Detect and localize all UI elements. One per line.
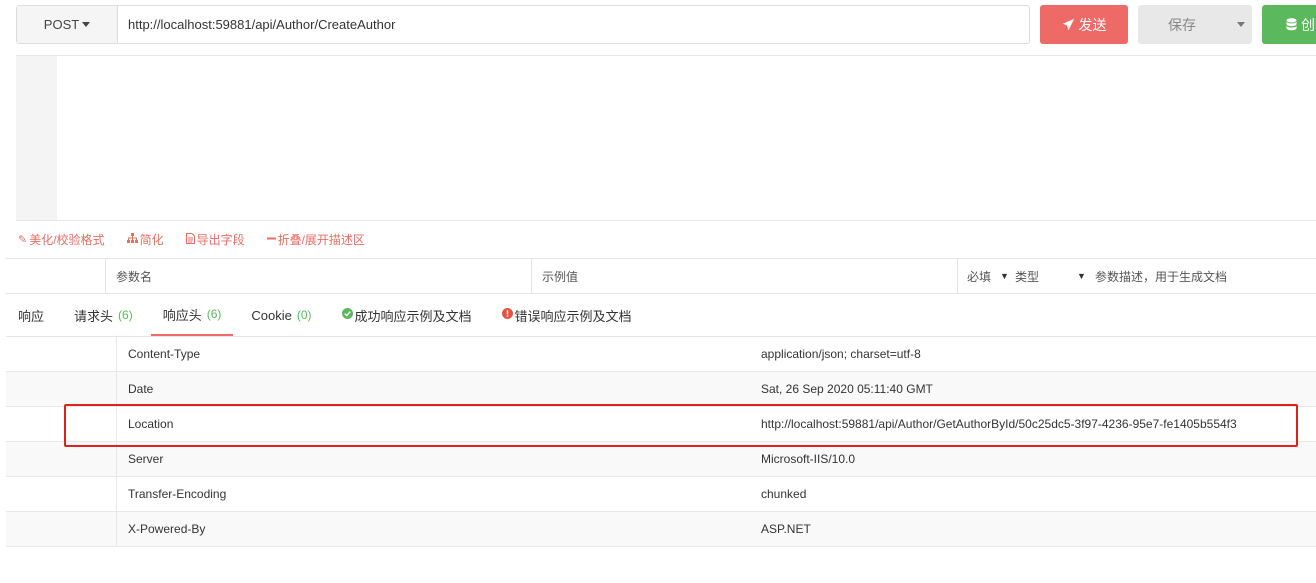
param-required-label: 必填 [967,269,992,284]
header-value: ASP.NET [761,522,811,536]
request-bar: POST [16,5,1030,44]
table-row: Content-Type application/json; charset=u… [6,337,1316,372]
header-value: chunked [761,487,807,501]
param-type-select[interactable]: 类型 ▼ [1015,259,1095,293]
param-description-header: 参数描述，用于生成文档 [1095,269,1228,284]
params-header: 参数名 示例值 必填 ▼ 类型 ▼ 参数描述，用于生成文档 [6,258,1316,294]
simplify-label: 简化 [139,233,164,247]
tab-cookie[interactable]: Cookie (0) [239,294,323,336]
param-type-label: 类型 [1015,269,1040,284]
tab-request-headers[interactable]: 请求头 (6) [62,294,145,336]
create-label: 创 [1301,16,1315,33]
row-gutter [6,442,117,476]
tab-error-example[interactable]: 错误响应示例及文档 [490,294,644,336]
tab-response-headers[interactable]: 响应头 (6) [150,294,234,336]
param-name-header: 参数名 [105,259,531,293]
export-fields-label: 导出字段 [196,233,245,247]
beautify-label: 美化/校验格式 [29,233,105,247]
chevron-down-icon [1236,22,1245,27]
header-value: http://localhost:59881/api/Author/GetAut… [761,417,1237,431]
table-row: Server Microsoft-IIS/10.0 [6,442,1316,477]
tab-count: (6) [118,308,133,322]
row-gutter [6,512,117,546]
send-button[interactable]: 发送 [1040,5,1128,44]
tab-label: 响应 [18,308,45,324]
url-input[interactable] [118,6,1029,43]
param-example-header: 示例值 [531,259,957,293]
save-label: 保存 [1168,16,1196,33]
table-row: X-Powered-By ASP.NET [6,512,1316,547]
row-gutter [6,337,117,371]
header-value: application/json; charset=utf-8 [761,347,921,361]
header-key: Date [128,382,154,396]
header-key: Server [128,452,164,466]
row-gutter [6,372,117,406]
editor-gutter [16,56,57,220]
tab-label: 错误响应示例及文档 [514,308,632,324]
minus-icon [266,234,276,246]
param-required-select[interactable]: 必填 ▼ [957,259,1015,293]
table-row: Transfer-Encoding chunked [6,477,1316,512]
header-value: Microsoft-IIS/10.0 [761,452,856,466]
caret-down-icon: ▼ [1000,271,1009,281]
save-dropdown[interactable] [1226,22,1252,27]
header-value: Sat, 26 Sep 2020 05:11:40 GMT [761,382,933,396]
row-gutter [6,407,117,441]
response-headers-table: Content-Type application/json; charset=u… [6,337,1316,547]
table-row: Date Sat, 26 Sep 2020 05:11:40 GMT [6,372,1316,407]
editor-toolbar: ✎ 美化/校验格式 简化 导出字段 折叠/展开描述区 [16,221,1316,258]
tab-label: 成功响应示例及文档 [354,308,472,324]
method-label: POST [43,17,80,32]
send-icon [1062,18,1074,31]
row-gutter [6,477,117,511]
fold-button[interactable]: 折叠/展开描述区 [266,231,365,248]
tab-label: 请求头 [74,308,114,324]
table-row: Location http://localhost:59881/api/Auth… [6,407,1316,442]
send-label: 发送 [1078,16,1107,33]
tab-response[interactable]: 响应 [6,294,56,336]
create-button[interactable]: 创 [1262,5,1316,44]
tab-count: (6) [206,307,222,321]
simplify-button[interactable]: 简化 [126,231,164,248]
tab-label: 响应头 [162,307,202,323]
beautify-button[interactable]: ✎ 美化/校验格式 [18,231,105,248]
fold-label: 折叠/展开描述区 [277,233,365,247]
database-icon [1286,18,1297,31]
header-key: Location [128,417,174,431]
body-editor[interactable] [16,55,1316,221]
file-icon [185,232,195,247]
save-button[interactable]: 保存 [1138,5,1252,44]
exclamation-circle-icon [501,308,513,322]
method-select[interactable]: POST [17,6,118,43]
pencil-icon: ✎ [18,234,28,246]
tab-success-example[interactable]: 成功响应示例及文档 [330,294,484,336]
export-fields-button[interactable]: 导出字段 [185,231,245,248]
header-key: X-Powered-By [128,522,206,536]
check-circle-icon [341,308,353,322]
header-key: Content-Type [128,347,201,361]
tab-label: Cookie [251,307,292,323]
caret-down-icon: ▼ [1077,271,1086,281]
chevron-down-icon [82,22,91,27]
header-key: Transfer-Encoding [128,487,227,501]
response-tabs: 响应 请求头 (6) 响应头 (6) Cookie (0) 成功响应示例及文档 … [6,294,1316,337]
sitemap-icon [126,233,138,246]
tab-count: (0) [296,308,312,322]
